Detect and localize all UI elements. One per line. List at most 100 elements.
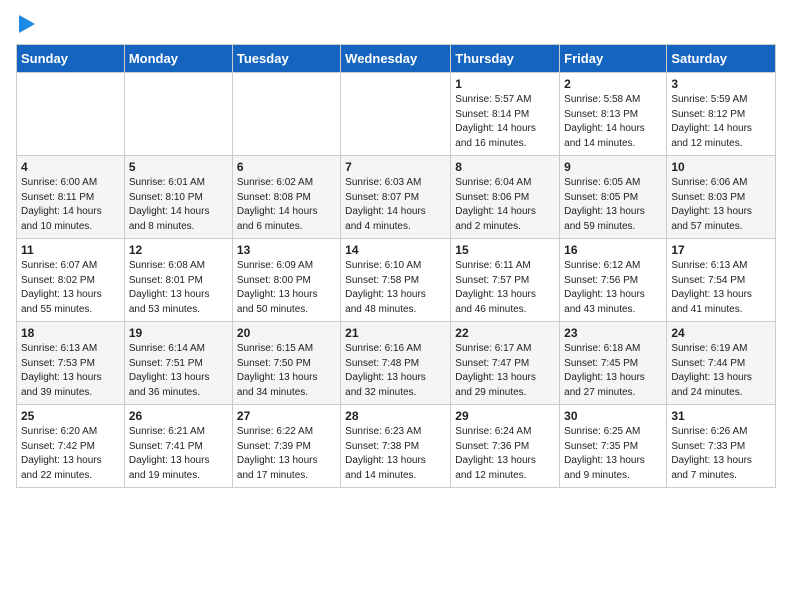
calendar-week-row: 4Sunrise: 6:00 AM Sunset: 8:11 PM Daylig… (17, 156, 776, 239)
calendar-cell: 1Sunrise: 5:57 AM Sunset: 8:14 PM Daylig… (451, 73, 560, 156)
day-info: Sunrise: 5:58 AM Sunset: 8:13 PM Dayligh… (564, 93, 662, 151)
day-number: 22 (455, 326, 555, 340)
day-number: 10 (671, 160, 771, 174)
day-header-wednesday: Wednesday (341, 45, 451, 73)
calendar-week-row: 11 Sunrise: 6:07 AM Sunset: 8:02 PM Dayli… (17, 239, 776, 322)
calendar-header-row: SundayMondayTuesdayWednesdayThursdayFrid… (17, 45, 776, 73)
day-number: 6 (237, 160, 336, 174)
calendar-cell (124, 73, 232, 156)
calendar-cell: 10 Sunrise: 6:06 AM Sunset: 8:03 PM Dayli… (667, 156, 776, 239)
day-info: Sunrise: 6:04 AM Sunset: 8:06 PM Dayligh… (455, 176, 555, 234)
day-number: 27 (237, 409, 336, 423)
calendar-cell: 23 Sunrise: 6:18 AM Sunset: 7:45 PM Dayli… (560, 322, 667, 405)
day-number: 23 (564, 326, 662, 340)
calendar-cell (232, 73, 340, 156)
day-number: 18 (21, 326, 120, 340)
calendar-cell: 26 Sunrise: 6:21 AM Sunset: 7:41 PM Dayli… (124, 405, 232, 488)
logo-arrow-icon (19, 15, 35, 33)
page-header (16, 16, 776, 34)
day-info: Sunrise: 6:24 AM Sunset: 7:36 PM Dayligh… (455, 425, 555, 483)
day-number: 30 (564, 409, 662, 423)
logo (16, 16, 35, 34)
calendar-cell: 21 Sunrise: 6:16 AM Sunset: 7:48 PM Dayli… (341, 322, 451, 405)
day-info: Sunrise: 6:13 AM Sunset: 7:54 PM Dayligh… (671, 259, 771, 317)
day-info: Sunrise: 6:20 AM Sunset: 7:42 PM Dayligh… (21, 425, 120, 483)
calendar-cell: 4Sunrise: 6:00 AM Sunset: 8:11 PM Daylig… (17, 156, 125, 239)
day-header-thursday: Thursday (451, 45, 560, 73)
day-info: Sunrise: 6:18 AM Sunset: 7:45 PM Dayligh… (564, 342, 662, 400)
day-info: Sunrise: 6:17 AM Sunset: 7:47 PM Dayligh… (455, 342, 555, 400)
day-number: 26 (129, 409, 228, 423)
calendar-cell: 7 Sunrise: 6:03 AM Sunset: 8:07 PM Daylig… (341, 156, 451, 239)
calendar-cell: 24 Sunrise: 6:19 AM Sunset: 7:44 PM Dayli… (667, 322, 776, 405)
day-number: 25 (21, 409, 120, 423)
calendar-cell: 30 Sunrise: 6:25 AM Sunset: 7:35 PM Dayli… (560, 405, 667, 488)
calendar-table: SundayMondayTuesdayWednesdayThursdayFrid… (16, 44, 776, 488)
day-info: Sunrise: 6:25 AM Sunset: 7:35 PM Dayligh… (564, 425, 662, 483)
day-info: Sunrise: 6:07 AM Sunset: 8:02 PM Dayligh… (21, 259, 120, 317)
day-header-tuesday: Tuesday (232, 45, 340, 73)
day-number: 11 (21, 243, 120, 257)
day-info: Sunrise: 6:12 AM Sunset: 7:56 PM Dayligh… (564, 259, 662, 317)
calendar-cell: 13Sunrise: 6:09 AM Sunset: 8:00 PM Dayli… (232, 239, 340, 322)
calendar-week-row: 25 Sunrise: 6:20 AM Sunset: 7:42 PM Dayli… (17, 405, 776, 488)
day-info: Sunrise: 6:03 AM Sunset: 8:07 PM Dayligh… (345, 176, 446, 234)
day-info: Sunrise: 6:10 AM Sunset: 7:58 PM Dayligh… (345, 259, 446, 317)
day-info: Sunrise: 6:21 AM Sunset: 7:41 PM Dayligh… (129, 425, 228, 483)
day-info: Sunrise: 6:23 AM Sunset: 7:38 PM Dayligh… (345, 425, 446, 483)
day-header-monday: Monday (124, 45, 232, 73)
day-number: 15 (455, 243, 555, 257)
day-header-sunday: Sunday (17, 45, 125, 73)
day-number: 28 (345, 409, 446, 423)
day-info: Sunrise: 6:08 AM Sunset: 8:01 PM Dayligh… (129, 259, 228, 317)
calendar-cell: 27 Sunrise: 6:22 AM Sunset: 7:39 PM Dayli… (232, 405, 340, 488)
calendar-cell: 17 Sunrise: 6:13 AM Sunset: 7:54 PM Dayli… (667, 239, 776, 322)
calendar-week-row: 1Sunrise: 5:57 AM Sunset: 8:14 PM Daylig… (17, 73, 776, 156)
day-number: 16 (564, 243, 662, 257)
calendar-cell: 5Sunrise: 6:01 AM Sunset: 8:10 PM Daylig… (124, 156, 232, 239)
calendar-cell: 20 Sunrise: 6:15 AM Sunset: 7:50 PM Dayli… (232, 322, 340, 405)
day-number: 14 (345, 243, 446, 257)
day-info: Sunrise: 6:14 AM Sunset: 7:51 PM Dayligh… (129, 342, 228, 400)
day-header-friday: Friday (560, 45, 667, 73)
calendar-cell: 15 Sunrise: 6:11 AM Sunset: 7:57 PM Dayli… (451, 239, 560, 322)
day-number: 8 (455, 160, 555, 174)
day-info: Sunrise: 6:15 AM Sunset: 7:50 PM Dayligh… (237, 342, 336, 400)
day-header-saturday: Saturday (667, 45, 776, 73)
day-number: 29 (455, 409, 555, 423)
day-number: 7 (345, 160, 446, 174)
day-info: Sunrise: 5:59 AM Sunset: 8:12 PM Dayligh… (671, 93, 771, 151)
calendar-cell: 9 Sunrise: 6:05 AM Sunset: 8:05 PM Daylig… (560, 156, 667, 239)
day-number: 20 (237, 326, 336, 340)
day-number: 9 (564, 160, 662, 174)
calendar-cell: 18 Sunrise: 6:13 AM Sunset: 7:53 PM Dayli… (17, 322, 125, 405)
day-info: Sunrise: 5:57 AM Sunset: 8:14 PM Dayligh… (455, 93, 555, 151)
calendar-cell: 28 Sunrise: 6:23 AM Sunset: 7:38 PM Dayli… (341, 405, 451, 488)
day-number: 31 (671, 409, 771, 423)
day-info: Sunrise: 6:06 AM Sunset: 8:03 PM Dayligh… (671, 176, 771, 234)
calendar-cell: 29 Sunrise: 6:24 AM Sunset: 7:36 PM Dayli… (451, 405, 560, 488)
calendar-cell (341, 73, 451, 156)
calendar-cell (17, 73, 125, 156)
day-number: 24 (671, 326, 771, 340)
calendar-cell: 19 Sunrise: 6:14 AM Sunset: 7:51 PM Dayli… (124, 322, 232, 405)
day-info: Sunrise: 6:16 AM Sunset: 7:48 PM Dayligh… (345, 342, 446, 400)
day-number: 4 (21, 160, 120, 174)
calendar-cell: 3Sunrise: 5:59 AM Sunset: 8:12 PM Daylig… (667, 73, 776, 156)
day-info: Sunrise: 6:22 AM Sunset: 7:39 PM Dayligh… (237, 425, 336, 483)
day-number: 19 (129, 326, 228, 340)
day-number: 17 (671, 243, 771, 257)
day-info: Sunrise: 6:02 AM Sunset: 8:08 PM Dayligh… (237, 176, 336, 234)
day-info: Sunrise: 6:05 AM Sunset: 8:05 PM Dayligh… (564, 176, 662, 234)
day-info: Sunrise: 6:01 AM Sunset: 8:10 PM Dayligh… (129, 176, 228, 234)
calendar-cell: 8 Sunrise: 6:04 AM Sunset: 8:06 PM Daylig… (451, 156, 560, 239)
day-info: Sunrise: 6:11 AM Sunset: 7:57 PM Dayligh… (455, 259, 555, 317)
day-info: Sunrise: 6:13 AM Sunset: 7:53 PM Dayligh… (21, 342, 120, 400)
day-info: Sunrise: 6:19 AM Sunset: 7:44 PM Dayligh… (671, 342, 771, 400)
calendar-cell: 22 Sunrise: 6:17 AM Sunset: 7:47 PM Dayli… (451, 322, 560, 405)
calendar-cell: 2Sunrise: 5:58 AM Sunset: 8:13 PM Daylig… (560, 73, 667, 156)
calendar-cell: 14 Sunrise: 6:10 AM Sunset: 7:58 PM Dayli… (341, 239, 451, 322)
day-number: 13 (237, 243, 336, 257)
day-number: 12 (129, 243, 228, 257)
day-number: 21 (345, 326, 446, 340)
